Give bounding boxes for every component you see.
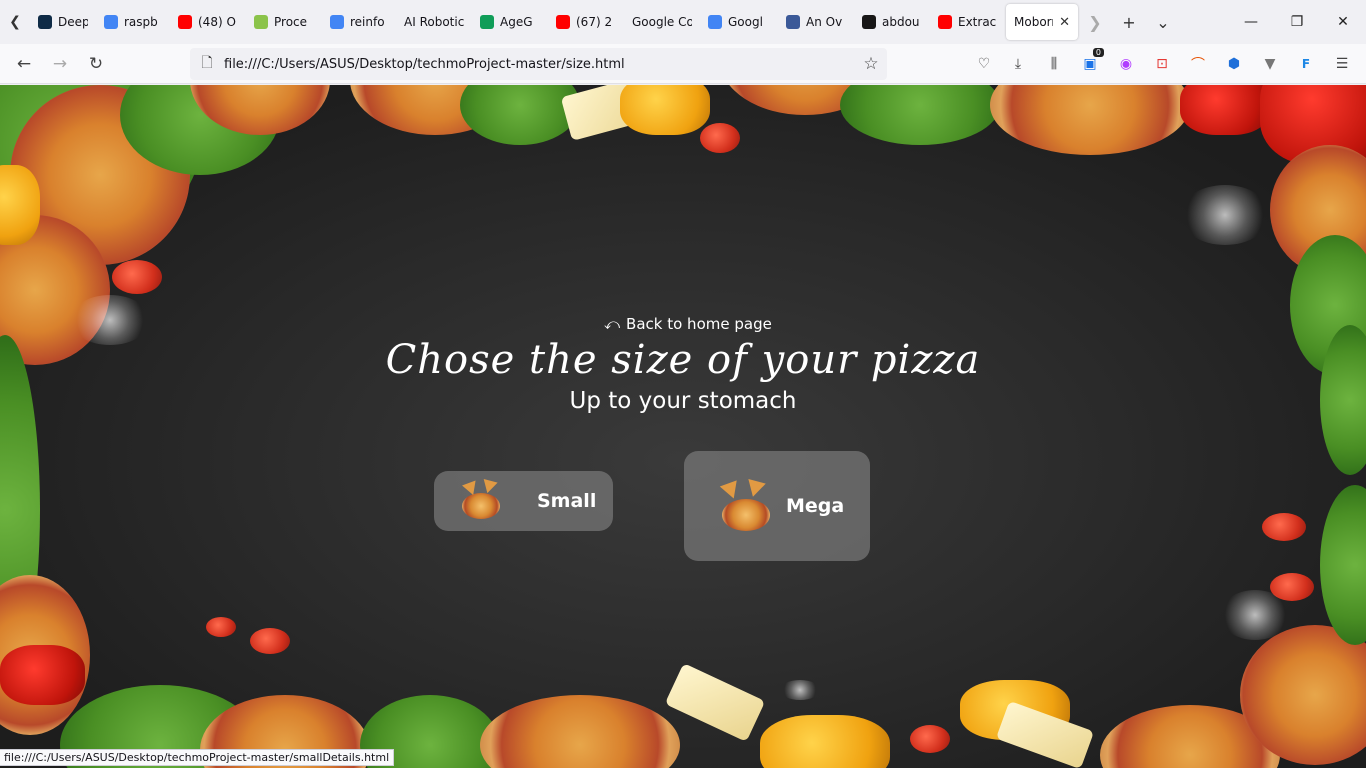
close-window-button[interactable]: ✕: [1320, 0, 1366, 44]
browser-tab[interactable]: AI Robotic: [396, 0, 472, 44]
small-size-label: Small: [537, 490, 597, 512]
address-bar[interactable]: 🗋 file:///C:/Users/ASUS/Desktop/techmoPr…: [190, 48, 887, 80]
tab-title: Deep l: [58, 15, 88, 29]
google-icon: [104, 15, 118, 29]
ft-extension-icon[interactable]: F: [1294, 52, 1318, 76]
browser-tab[interactable]: (67) 2: [548, 0, 624, 44]
page-title: Chose the size of your pizza: [385, 337, 981, 383]
tab-title: Moborn: [1014, 15, 1053, 29]
smiley-icon: [254, 15, 268, 29]
browser-tab[interactable]: An Ov: [778, 0, 854, 44]
back-to-home-link[interactable]: ⤺ Back to home page: [604, 315, 772, 333]
tab-title: Google Co: [632, 15, 692, 29]
screenshot-extension-icon[interactable]: ⊡: [1150, 52, 1174, 76]
link-status-bar: file:///C:/Users/ASUS/Desktop/techmoProj…: [0, 749, 395, 766]
navigation-toolbar: ← → ↻ 🗋 file:///C:/Users/ASUS/Desktop/te…: [0, 44, 1366, 84]
youtube-icon: [556, 15, 570, 29]
tab-title: (67) 2: [576, 15, 613, 29]
mega-size-label: Mega: [786, 495, 845, 517]
bookmark-star-icon[interactable]: ☆: [855, 54, 887, 74]
tab-title: reinfo: [350, 15, 385, 29]
tab-strip: ❮ Deep l raspb (48) O Proce reinfo AI Robotic…: [0, 0, 1366, 44]
shield-extension-icon[interactable]: ⬢: [1222, 52, 1246, 76]
tab-title: (48) O: [198, 15, 236, 29]
translate-icon: [708, 15, 722, 29]
back-button[interactable]: ←: [6, 48, 42, 80]
tab-title: Googl: [728, 15, 763, 29]
tab-scroll-left-button[interactable]: ❮: [0, 0, 30, 44]
tab-title: An Ov: [806, 15, 843, 29]
tab-title: AI Robotic: [404, 15, 464, 29]
tab-title: Proce: [274, 15, 308, 29]
browser-tab[interactable]: reinfo: [322, 0, 396, 44]
browser-tab[interactable]: Proce: [246, 0, 322, 44]
page-content: ⤺ Back to home page Chose the size of yo…: [0, 85, 1366, 768]
browser-tab[interactable]: abdou: [854, 0, 930, 44]
github-icon: [862, 15, 876, 29]
library-icon[interactable]: ⫼: [1042, 52, 1066, 76]
browser-tab[interactable]: (48) O: [170, 0, 246, 44]
pocket-icon[interactable]: ♡: [972, 52, 996, 76]
youtube-icon: [938, 15, 952, 29]
downloads-icon[interactable]: ⤓: [1006, 52, 1030, 76]
back-link-label: Back to home page: [626, 315, 772, 333]
pizza-icon: [719, 478, 772, 533]
tab-title: raspb: [124, 15, 158, 29]
google-icon: [330, 15, 344, 29]
page-icon: 🗋: [201, 55, 213, 71]
vue-devtools-icon[interactable]: ▼: [1258, 52, 1282, 76]
browser-tab[interactable]: Deep l: [30, 0, 96, 44]
browser-tab[interactable]: Google Co: [624, 0, 700, 44]
minimize-button[interactable]: —: [1228, 0, 1274, 44]
tab-scroll-right-button[interactable]: ❯: [1078, 0, 1112, 44]
forward-button[interactable]: →: [42, 48, 78, 80]
mega-size-button[interactable]: Mega: [684, 451, 870, 561]
browser-tab[interactable]: Extrac: [930, 0, 1006, 44]
browser-tab[interactable]: raspb: [96, 0, 170, 44]
tab-title: abdou: [882, 15, 920, 29]
back-arrow-icon: ←: [16, 53, 32, 74]
pizza-icon: [460, 478, 504, 523]
address-text[interactable]: file:///C:/Users/ASUS/Desktop/techmoProj…: [224, 57, 855, 72]
extension-counter-icon[interactable]: ▣ 0: [1078, 48, 1104, 76]
browser-tab[interactable]: Googl: [700, 0, 778, 44]
arxiv-icon: [786, 15, 800, 29]
reload-button[interactable]: ↻: [78, 48, 114, 80]
app-menu-icon[interactable]: ☰: [1330, 52, 1354, 76]
browser-tab[interactable]: AgeG: [472, 0, 548, 44]
reply-arrow-icon: ⤺: [604, 315, 621, 333]
deepl-icon: [38, 15, 52, 29]
restore-button[interactable]: ❐: [1274, 0, 1320, 44]
browser-tab[interactable]: Moborn ✕: [1006, 4, 1078, 40]
drive-icon: [480, 15, 494, 29]
close-tab-icon[interactable]: ✕: [1059, 15, 1070, 30]
youtube-icon: [178, 15, 192, 29]
new-tab-button[interactable]: +: [1112, 0, 1146, 44]
list-all-tabs-button[interactable]: ⌄: [1146, 0, 1180, 44]
reload-icon: ↻: [88, 53, 104, 74]
small-size-button[interactable]: Small: [434, 471, 613, 531]
rainbow-extension-icon[interactable]: ⌒: [1186, 52, 1210, 76]
tab-title: Extrac: [958, 15, 997, 29]
color-picker-extension-icon[interactable]: ◉: [1114, 52, 1138, 76]
tab-title: AgeG: [500, 15, 533, 29]
page-subtitle: Up to your stomach: [569, 388, 797, 414]
forward-arrow-icon: →: [52, 53, 68, 74]
extension-badge: 0: [1092, 48, 1104, 57]
